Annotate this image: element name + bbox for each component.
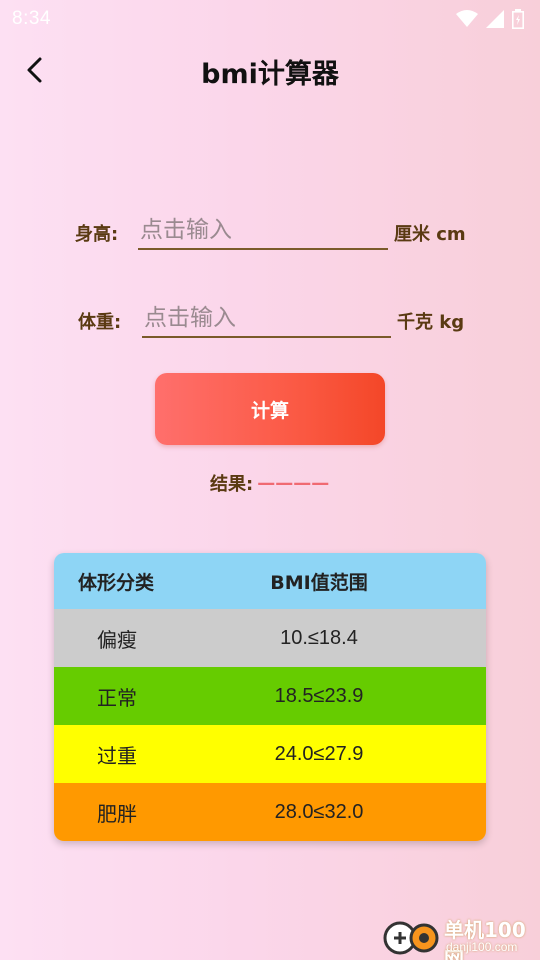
table-row: 过重 24.0≤27.9 <box>54 725 486 783</box>
height-row: 身高: 厘米 cm <box>0 208 540 252</box>
app-bar: bmi计算器 <box>0 38 540 102</box>
row-category: 偏瘦 <box>97 629 137 652</box>
row-category: 肥胖 <box>97 803 137 826</box>
status-icons <box>456 9 524 29</box>
calculate-button[interactable]: 计算 <box>155 373 385 445</box>
result-value: ———— <box>257 472 330 494</box>
wifi-icon <box>456 10 478 27</box>
weight-unit: 千克 kg <box>397 312 465 333</box>
header-range: BMI值范围 <box>270 571 368 594</box>
row-category: 正常 <box>97 687 137 710</box>
table-row: 正常 18.5≤23.9 <box>54 667 486 725</box>
watermark: 单机100网 danji100.com <box>380 914 540 960</box>
signal-icon <box>486 10 504 28</box>
row-range: 24.0≤27.9 <box>274 742 364 765</box>
weight-input[interactable] <box>142 300 391 338</box>
weight-row: 体重: 千克 kg <box>0 296 540 340</box>
row-range: 18.5≤23.9 <box>274 684 364 707</box>
status-bar: 8:34 <box>0 0 540 38</box>
page-title: bmi计算器 <box>201 59 339 90</box>
status-time: 8:34 <box>12 8 51 29</box>
watermark-url: danji100.com <box>446 940 518 954</box>
bmi-table: 体形分类 BMI值范围 偏瘦 10.≤18.4 正常 18.5≤23.9 过重 … <box>54 553 486 841</box>
row-category: 过重 <box>97 745 137 768</box>
row-range: 28.0≤32.0 <box>274 800 364 823</box>
table-header: 体形分类 BMI值范围 <box>54 553 486 609</box>
battery-icon <box>512 9 524 29</box>
result-row: 结果: ———— <box>210 470 329 496</box>
height-input[interactable] <box>138 212 388 250</box>
watermark-logo-icon <box>383 921 439 955</box>
header-category: 体形分类 <box>78 571 155 594</box>
weight-label: 体重: <box>78 312 122 333</box>
table-row: 偏瘦 10.≤18.4 <box>54 609 486 667</box>
height-label: 身高: <box>75 224 119 245</box>
table-row: 肥胖 28.0≤32.0 <box>54 783 486 841</box>
result-label: 结果: <box>210 474 254 495</box>
height-unit: 厘米 cm <box>394 224 466 245</box>
row-range: 10.≤18.4 <box>280 626 358 649</box>
